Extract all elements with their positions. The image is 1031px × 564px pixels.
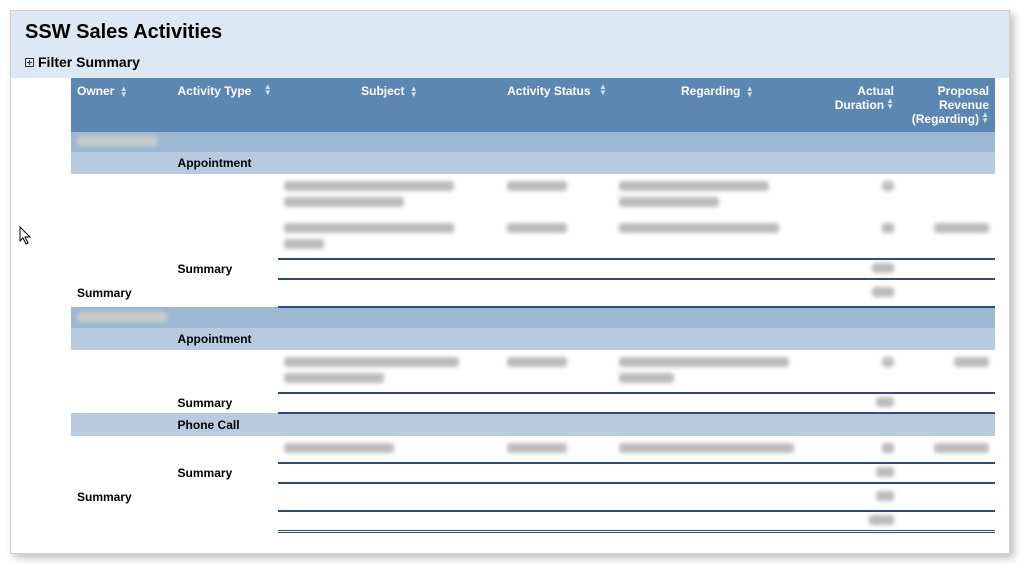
group-summary-row: Summary — [71, 259, 995, 279]
owner-group-band — [71, 132, 995, 152]
summary-label: Summary — [172, 393, 278, 413]
col-header-owner[interactable]: Owner ▲▼ — [71, 78, 172, 132]
summary-label: Summary — [172, 463, 278, 483]
col-header-subject[interactable]: Subject ▲▼ — [278, 78, 501, 132]
table-header-row: Owner ▲▼ Activity Type ▲▼ Subject ▲▼ Act… — [71, 78, 995, 132]
table-row — [71, 436, 995, 463]
activity-type-label: Phone Call — [172, 413, 995, 436]
expand-icon — [25, 58, 34, 67]
col-header-actual-duration[interactable]: Actual Duration ▲▼ — [822, 78, 900, 132]
report-table-wrap: Owner ▲▼ Activity Type ▲▼ Subject ▲▼ Act… — [11, 78, 1009, 553]
page-title: SSW Sales Activities — [25, 21, 995, 44]
col-header-regarding[interactable]: Regarding ▲▼ — [613, 78, 822, 132]
table-row — [71, 350, 995, 393]
table-row — [71, 216, 995, 259]
summary-label: Summary — [71, 483, 172, 511]
col-header-activity-status[interactable]: Activity Status ▲▼ — [501, 78, 613, 132]
group-summary-row: Summary — [71, 463, 995, 483]
table-row — [71, 174, 995, 216]
summary-label: Summary — [71, 279, 172, 307]
report-header: SSW Sales Activities — [11, 11, 1009, 50]
activity-type-band: Appointment — [71, 152, 995, 174]
filter-summary-label: Filter Summary — [38, 54, 140, 70]
sort-icon: ▲▼ — [599, 84, 607, 96]
col-header-activity-type[interactable]: Activity Type ▲▼ — [172, 78, 278, 132]
col-header-proposal-revenue[interactable]: Proposal Revenue (Regarding) ▲▼ — [900, 78, 995, 132]
report-container: SSW Sales Activities Filter Summary Owne… — [10, 10, 1010, 554]
activity-type-band: Appointment — [71, 328, 995, 350]
sort-icon: ▲▼ — [410, 86, 418, 98]
sort-icon: ▲▼ — [886, 98, 894, 110]
sort-icon: ▲▼ — [120, 86, 128, 98]
owner-summary-row: Summary — [71, 279, 995, 307]
grand-total-row — [71, 511, 995, 532]
activity-type-label: Appointment — [172, 152, 995, 174]
activity-type-band: Phone Call — [71, 413, 995, 436]
sort-icon: ▲▼ — [264, 84, 272, 96]
filter-summary-toggle[interactable]: Filter Summary — [11, 50, 1009, 78]
sort-icon: ▲▼ — [981, 112, 989, 124]
activity-type-label: Appointment — [172, 328, 995, 350]
group-summary-row: Summary — [71, 393, 995, 413]
owner-group-band — [71, 307, 995, 328]
sort-icon: ▲▼ — [746, 86, 754, 98]
report-table: Owner ▲▼ Activity Type ▲▼ Subject ▲▼ Act… — [71, 78, 995, 533]
summary-label: Summary — [172, 259, 278, 279]
owner-summary-row: Summary — [71, 483, 995, 511]
